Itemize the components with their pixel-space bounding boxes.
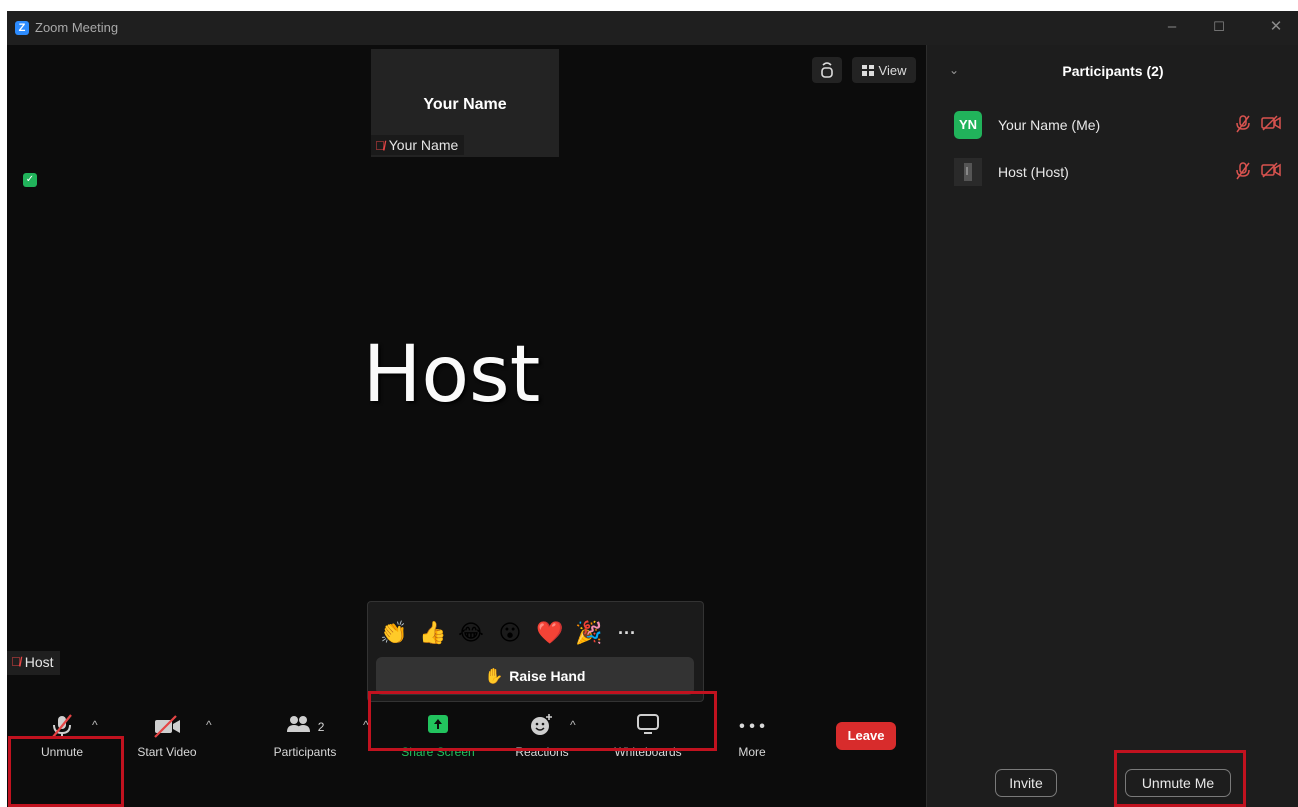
main-speaker-label-text: Host — [24, 654, 54, 670]
whiteboards-label: Whiteboards — [614, 745, 682, 759]
video-off-icon — [1261, 162, 1281, 178]
participant-name: Host (Host) — [998, 164, 1069, 180]
invite-button[interactable]: Invite — [995, 769, 1057, 797]
minimize-button[interactable]: – — [1162, 17, 1182, 37]
grid-view-icon — [861, 64, 874, 76]
share-screen-button[interactable]: Share Screen — [393, 713, 483, 763]
panel-title: Participants (2) — [1062, 63, 1164, 79]
unmute-label: Unmute — [40, 745, 84, 759]
more-button[interactable]: • • • More — [707, 713, 797, 763]
main-speaker-name: Host — [362, 330, 541, 420]
mic-muted-icon — [1236, 115, 1250, 133]
avatar-image — [954, 158, 982, 186]
unmute-me-button[interactable]: Unmute Me — [1125, 769, 1231, 797]
clap-emoji-button[interactable]: 👏 — [380, 620, 407, 646]
video-off-icon — [1261, 115, 1281, 131]
participant-status-icons — [1235, 115, 1281, 133]
raise-hand-button[interactable]: ✋ Raise Hand — [376, 657, 694, 695]
start-video-button[interactable]: Start Video — [122, 713, 212, 763]
share-screen-label: Share Screen — [401, 745, 475, 759]
participants-label: Participants — [273, 745, 337, 759]
laugh-emoji-button[interactable]: 😂 — [458, 620, 484, 646]
thumbnail-name: Your Name — [423, 96, 507, 113]
thumbnail-label-text: Your Name — [388, 137, 459, 153]
more-label: More — [738, 745, 766, 759]
mic-muted-icon: 🎙̸ — [11, 654, 21, 669]
participants-options-caret-icon[interactable]: ^ — [363, 718, 369, 732]
window-title: Zoom Meeting — [35, 20, 119, 35]
leave-button[interactable]: Leave — [836, 722, 896, 750]
surprised-emoji-button[interactable]: 😮 — [497, 620, 523, 646]
close-button[interactable]: ✕ — [1266, 17, 1286, 37]
whiteboard-icon — [603, 713, 693, 741]
camera-switch-icon — [821, 62, 833, 78]
maximize-button[interactable]: ☐ — [1209, 17, 1229, 37]
camera-switch-button[interactable] — [812, 57, 842, 83]
thumbs-up-emoji-button[interactable]: 👍 — [419, 620, 446, 646]
reactions-options-caret-icon[interactable]: ^ — [570, 718, 576, 732]
thumbnail-label: 🎙̸ Your Name — [371, 135, 465, 155]
panel-header: ⌄ Participants (2) — [927, 45, 1298, 99]
start-video-label: Start Video — [137, 745, 197, 759]
audio-options-caret-icon[interactable]: ^ — [92, 718, 98, 732]
mic-muted-icon: 🎙̸ — [375, 137, 385, 153]
heart-emoji-button[interactable]: ❤️ — [536, 620, 563, 646]
reactions-label: Reactions — [515, 745, 569, 759]
mic-muted-icon — [1236, 162, 1250, 180]
participants-panel: ⌄ Participants (2) YN Your Name (Me) Hos… — [926, 45, 1298, 807]
raise-hand-label: Raise Hand — [509, 668, 586, 684]
emoji-row: 👏 👍 😂 😮 ❤️ 🎉 ··· — [380, 620, 640, 646]
avatar — [954, 158, 982, 186]
view-button[interactable]: View — [852, 57, 916, 83]
participant-row[interactable]: Host (Host) — [927, 148, 1298, 194]
participants-icon: 2 — [260, 713, 350, 741]
participant-row[interactable]: YN Your Name (Me) — [927, 101, 1298, 147]
zoom-logo-icon: Z — [15, 21, 29, 35]
raised-hand-icon: ✋ — [484, 668, 504, 685]
party-emoji-button[interactable]: 🎉 — [575, 620, 602, 646]
video-options-caret-icon[interactable]: ^ — [206, 718, 212, 732]
share-screen-icon — [393, 713, 483, 741]
security-shield-icon[interactable]: ✓ — [23, 173, 37, 187]
participants-button[interactable]: 2 Participants — [260, 713, 350, 763]
more-emojis-button[interactable]: ··· — [614, 620, 640, 646]
more-dots-icon: • • • — [739, 718, 765, 735]
participants-count: 2 — [317, 720, 325, 734]
avatar: YN — [954, 111, 982, 139]
participant-status-icons — [1235, 162, 1281, 180]
whiteboards-button[interactable]: Whiteboards — [603, 713, 693, 763]
video-off-icon — [122, 713, 212, 741]
main-speaker-label: 🎙̸ Host — [7, 651, 60, 675]
title-bar: Z Zoom Meeting – ☐ ✕ — [7, 11, 1298, 45]
view-button-label: View — [878, 62, 907, 78]
self-video-thumbnail[interactable]: Your Name 🎙̸ Your Name — [371, 49, 559, 157]
participant-name: Your Name (Me) — [998, 117, 1101, 133]
